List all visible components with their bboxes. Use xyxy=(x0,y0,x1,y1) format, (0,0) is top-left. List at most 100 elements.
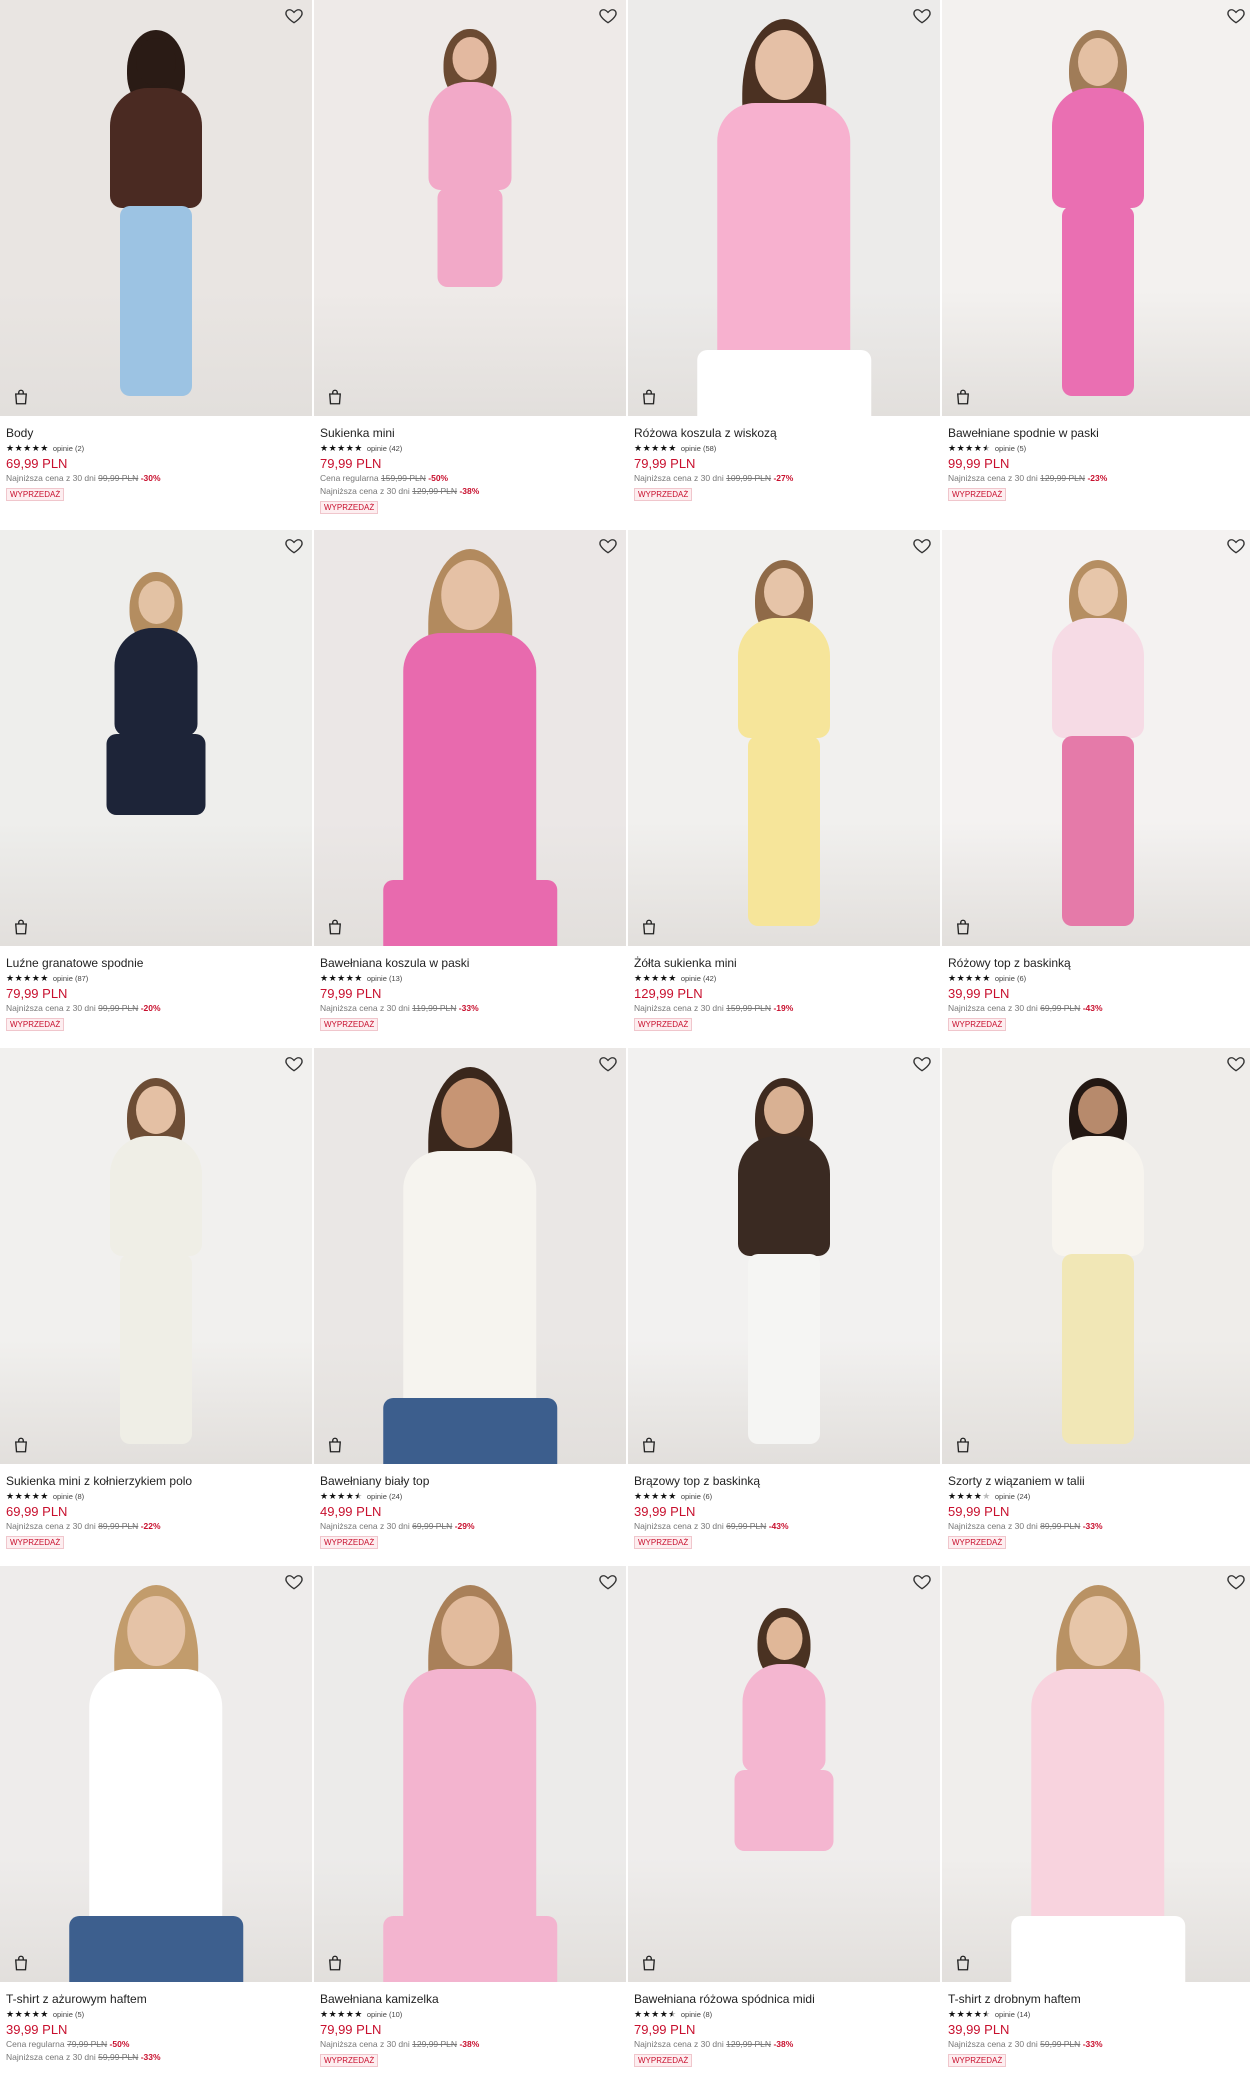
product-name[interactable]: Body xyxy=(6,426,306,440)
product-card[interactable]: Luźne granatowe spodnie ★★★★★ opinie (87) 7… xyxy=(0,530,312,1032)
product-name[interactable]: Bawełniane spodnie w paski xyxy=(948,426,1248,440)
wishlist-heart-icon[interactable] xyxy=(912,1054,932,1074)
product-name[interactable]: Brązowy top z baskinką xyxy=(634,1474,934,1488)
wishlist-heart-icon[interactable] xyxy=(284,1572,304,1592)
old-price: 69,99 PLN xyxy=(726,1521,767,1531)
product-name[interactable]: Szorty z wiązaniem w talii xyxy=(948,1474,1248,1488)
product-card[interactable]: Szorty z wiązaniem w talii ★★★★★ opinie (2… xyxy=(942,1048,1250,1550)
product-card[interactable]: Bawełniany biały top ★★★★★ opinie (24) 49,9… xyxy=(314,1048,626,1550)
product-photo[interactable] xyxy=(942,1566,1250,1982)
product-photo[interactable] xyxy=(628,1566,940,1982)
review-count[interactable]: opinie (8) xyxy=(53,1492,84,1501)
review-count[interactable]: opinie (10) xyxy=(367,2010,402,2019)
review-count[interactable]: opinie (13) xyxy=(367,974,402,983)
product-photo[interactable] xyxy=(314,530,626,946)
wishlist-heart-icon[interactable] xyxy=(912,1572,932,1592)
product-card[interactable]: Bawełniana koszula w paski ★★★★★ opinie (1… xyxy=(314,530,626,1032)
product-photo[interactable] xyxy=(628,530,940,946)
product-name[interactable]: Sukienka mini xyxy=(320,426,620,440)
add-to-cart-bag-icon[interactable] xyxy=(12,1954,30,1972)
product-card[interactable]: Sukienka mini ★★★★★ opinie (42) 79,99 PLN Ce… xyxy=(314,0,626,515)
product-card[interactable]: Różowa koszula z wiskozą ★★★★★ opinie (58)… xyxy=(628,0,940,502)
product-card[interactable]: Body ★★★★★ opinie (2) 69,99 PLN Najniższa ce… xyxy=(0,0,312,502)
wishlist-heart-icon[interactable] xyxy=(912,536,932,556)
product-card[interactable]: Brązowy top z baskinką ★★★★★ opinie (6) 39,… xyxy=(628,1048,940,1550)
wishlist-heart-icon[interactable] xyxy=(598,1572,618,1592)
product-photo[interactable] xyxy=(314,1566,626,1982)
wishlist-heart-icon[interactable] xyxy=(598,1054,618,1074)
product-name[interactable]: Różowa koszula z wiskozą xyxy=(634,426,934,440)
product-name[interactable]: Różowy top z baskinką xyxy=(948,956,1248,970)
wishlist-heart-icon[interactable] xyxy=(912,6,932,26)
product-photo[interactable] xyxy=(0,1048,312,1464)
add-to-cart-bag-icon[interactable] xyxy=(326,918,344,936)
product-card[interactable]: Żółta sukienka mini ★★★★★ opinie (42) 129,9… xyxy=(628,530,940,1032)
add-to-cart-bag-icon[interactable] xyxy=(954,388,972,406)
review-count[interactable]: opinie (5) xyxy=(53,2010,84,2019)
wishlist-heart-icon[interactable] xyxy=(1226,1572,1246,1592)
review-count[interactable]: opinie (42) xyxy=(367,444,402,453)
product-photo[interactable] xyxy=(628,0,940,416)
review-count[interactable]: opinie (87) xyxy=(53,974,88,983)
add-to-cart-bag-icon[interactable] xyxy=(954,918,972,936)
product-card[interactable]: T-shirt z ażurowym haftem ★★★★★ opinie (5)… xyxy=(0,1566,312,2063)
product-photo[interactable] xyxy=(0,0,312,416)
add-to-cart-bag-icon[interactable] xyxy=(12,1436,30,1454)
add-to-cart-bag-icon[interactable] xyxy=(640,918,658,936)
review-count[interactable]: opinie (58) xyxy=(681,444,716,453)
add-to-cart-bag-icon[interactable] xyxy=(326,388,344,406)
product-name[interactable]: Bawełniany biały top xyxy=(320,1474,620,1488)
add-to-cart-bag-icon[interactable] xyxy=(640,1436,658,1454)
review-count[interactable]: opinie (6) xyxy=(681,1492,712,1501)
add-to-cart-bag-icon[interactable] xyxy=(326,1436,344,1454)
add-to-cart-bag-icon[interactable] xyxy=(954,1954,972,1972)
product-name[interactable]: T-shirt z ażurowym haftem xyxy=(6,1992,306,2006)
wishlist-heart-icon[interactable] xyxy=(1226,1054,1246,1074)
add-to-cart-bag-icon[interactable] xyxy=(640,1954,658,1972)
review-count[interactable]: opinie (2) xyxy=(53,444,84,453)
wishlist-heart-icon[interactable] xyxy=(284,536,304,556)
wishlist-heart-icon[interactable] xyxy=(598,536,618,556)
price-history: Cena regularna 79,99 PLN -50% xyxy=(6,2039,306,2050)
product-name[interactable]: Bawełniana kamizelka xyxy=(320,1992,620,2006)
product-card[interactable]: Bawełniana kamizelka ★★★★★ opinie (10) 79,9… xyxy=(314,1566,626,2068)
wishlist-heart-icon[interactable] xyxy=(1226,536,1246,556)
product-card[interactable]: Bawełniana różowa spódnica midi ★★★★★ opin… xyxy=(628,1566,940,2068)
product-photo[interactable] xyxy=(0,1566,312,1982)
add-to-cart-bag-icon[interactable] xyxy=(954,1436,972,1454)
product-photo[interactable] xyxy=(314,1048,626,1464)
product-name[interactable]: Bawełniana koszula w paski xyxy=(320,956,620,970)
product-card[interactable]: T-shirt z drobnym haftem ★★★★★ opinie (14)… xyxy=(942,1566,1250,2068)
product-card[interactable]: Sukienka mini z kołnierzykiem polo ★★★★★ o… xyxy=(0,1048,312,1550)
product-photo[interactable] xyxy=(942,530,1250,946)
add-to-cart-bag-icon[interactable] xyxy=(12,918,30,936)
wishlist-heart-icon[interactable] xyxy=(284,6,304,26)
product-name[interactable]: Luźne granatowe spodnie xyxy=(6,956,306,970)
product-name[interactable]: Sukienka mini z kołnierzykiem polo xyxy=(6,1474,306,1488)
wishlist-heart-icon[interactable] xyxy=(1226,6,1246,26)
review-count[interactable]: opinie (24) xyxy=(367,1492,402,1501)
product-photo[interactable] xyxy=(628,1048,940,1464)
product-photo[interactable] xyxy=(942,0,1250,416)
product-photo[interactable] xyxy=(942,1048,1250,1464)
product-card[interactable]: Różowy top z baskinką ★★★★★ opinie (6) 39,9… xyxy=(942,530,1250,1032)
product-photo[interactable] xyxy=(314,0,626,416)
review-count[interactable]: opinie (24) xyxy=(995,1492,1030,1501)
product-card[interactable]: Bawełniane spodnie w paski ★★★★★ opinie (5… xyxy=(942,0,1250,502)
wishlist-heart-icon[interactable] xyxy=(598,6,618,26)
add-to-cart-bag-icon[interactable] xyxy=(12,388,30,406)
review-count[interactable]: opinie (5) xyxy=(995,444,1026,453)
product-name[interactable]: T-shirt z drobnym haftem xyxy=(948,1992,1248,2006)
discount-percent: -23% xyxy=(1087,473,1108,483)
product-name[interactable]: Żółta sukienka mini xyxy=(634,956,934,970)
review-count[interactable]: opinie (14) xyxy=(995,2010,1030,2019)
add-to-cart-bag-icon[interactable] xyxy=(326,1954,344,1972)
product-name[interactable]: Bawełniana różowa spódnica midi xyxy=(634,1992,934,2006)
review-count[interactable]: opinie (42) xyxy=(681,974,716,983)
review-count[interactable]: opinie (8) xyxy=(681,2010,712,2019)
wishlist-heart-icon[interactable] xyxy=(284,1054,304,1074)
model-figure xyxy=(1023,554,1173,944)
review-count[interactable]: opinie (6) xyxy=(995,974,1026,983)
add-to-cart-bag-icon[interactable] xyxy=(640,388,658,406)
product-photo[interactable] xyxy=(0,530,312,946)
